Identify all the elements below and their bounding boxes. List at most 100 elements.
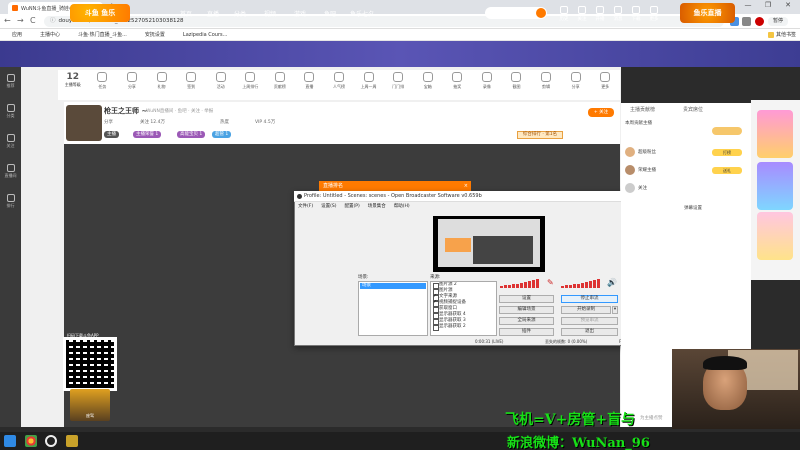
strip-item[interactable]: 人气榜 xyxy=(324,70,354,90)
menu-profile[interactable]: 配置(P) xyxy=(344,202,359,211)
room-meta[interactable]: 分享 xyxy=(104,119,113,125)
rank-badge[interactable]: 综合排行 · 第1名 xyxy=(517,131,563,139)
global-sources-button[interactable]: 全局来源 xyxy=(499,317,554,325)
close-window-button[interactable]: ✕ xyxy=(778,1,798,9)
menu-settings[interactable]: 设置(S) xyxy=(321,202,336,211)
broadcast-icon[interactable]: 开播 xyxy=(591,6,609,22)
bookmark-apps[interactable]: 应用 xyxy=(4,31,22,38)
obs-icon[interactable] xyxy=(45,435,57,447)
promo-banner[interactable] xyxy=(757,162,793,210)
bookmark-item[interactable]: 斗鱼·热门直播_斗鱼... xyxy=(70,31,127,38)
speaker-icon[interactable]: 🔊 xyxy=(607,278,617,287)
nav-category[interactable]: 分类 xyxy=(234,9,246,18)
nav-qixi[interactable]: 鱼乐七夕 xyxy=(350,9,374,18)
car-badge[interactable]: 座驾 xyxy=(70,389,110,421)
strip-item[interactable]: 活动 xyxy=(206,70,236,90)
extension-icon[interactable] xyxy=(742,17,751,26)
list-item[interactable]: 场景 xyxy=(360,283,426,289)
history-icon[interactable]: 历史 xyxy=(555,6,573,22)
minimize-button[interactable]: — xyxy=(738,1,758,9)
list-item[interactable]: 关注 xyxy=(625,183,647,193)
strip-item[interactable]: 直播 xyxy=(295,70,325,90)
forward-button[interactable]: → xyxy=(17,16,24,25)
list-item[interactable]: 荣耀主播 xyxy=(625,165,656,175)
settings-button[interactable]: 设置 xyxy=(499,295,554,303)
douyu-logo[interactable]: 斗鱼 鱼乐 xyxy=(70,4,130,22)
avatar[interactable] xyxy=(712,127,742,135)
sidebar-item-follow[interactable]: 关注 xyxy=(0,134,21,149)
bookmark-item[interactable]: Lazipedia Cours... xyxy=(175,32,227,38)
message-icon[interactable]: 消息 xyxy=(609,6,627,22)
search-input[interactable] xyxy=(485,7,547,19)
mic-mute-icon[interactable]: ✎ xyxy=(547,278,554,287)
gift-button[interactable]: 送礼 xyxy=(712,167,742,174)
strip-item[interactable]: 抽奖 xyxy=(443,70,473,90)
strip-item[interactable]: 录像 xyxy=(472,70,502,90)
sources-list[interactable]: 图片源 2 图片源 文字来源 视频捕捉设备 获取窗口 显示器获取 4 显示器获取… xyxy=(430,281,497,336)
promo-banner[interactable] xyxy=(757,212,793,260)
danmu-settings[interactable]: 弹幕设置 xyxy=(684,205,702,211)
menu-scene-collection[interactable]: 场景集合 xyxy=(368,202,386,211)
profile-avatar-icon[interactable] xyxy=(755,17,764,26)
strip-item[interactable]: 门门排 xyxy=(383,70,413,90)
strip-item[interactable]: 分享 xyxy=(117,70,147,90)
follow-button[interactable]: + 关注 xyxy=(588,108,614,117)
strip-item[interactable]: 贡献榜 xyxy=(265,70,295,90)
promo-logo[interactable]: 鱼乐直播 xyxy=(680,3,735,23)
nav-home[interactable]: 首页 xyxy=(180,9,192,18)
maximize-button[interactable]: ❐ xyxy=(758,1,778,9)
start-recording-button[interactable]: 开始录制 xyxy=(561,306,611,314)
sidebar-item-room[interactable]: 直播间 xyxy=(0,164,21,179)
recording-dropdown-icon[interactable]: ▾ xyxy=(612,306,618,314)
sidebar-item-category[interactable]: 分类 xyxy=(0,104,21,119)
nav-fishbar[interactable]: 鱼吧 xyxy=(324,9,336,18)
strip-item[interactable]: 分享 xyxy=(561,70,591,90)
close-icon[interactable]: × xyxy=(464,181,468,191)
nav-video[interactable]: 视频 xyxy=(264,9,276,18)
mic-volume-meter[interactable] xyxy=(500,279,542,288)
strip-item[interactable]: 签到 xyxy=(176,70,206,90)
edit-scene-button[interactable]: 编辑场景 xyxy=(499,306,554,314)
nav-live[interactable]: 直播 xyxy=(207,9,219,18)
strip-item[interactable]: 更多 xyxy=(590,70,620,90)
bookmark-item[interactable]: 安抚设置 xyxy=(137,31,165,38)
menu-file[interactable]: 文件(F) xyxy=(298,202,313,211)
nav-game[interactable]: 游戏 xyxy=(294,9,306,18)
tag-badge[interactable]: 高能宝贝 1 xyxy=(177,131,206,138)
bookmark-item[interactable]: 主播中心 xyxy=(32,31,60,38)
exit-button[interactable]: 退出 xyxy=(561,328,618,336)
download-icon[interactable]: 下载 xyxy=(627,6,645,22)
other-bookmarks[interactable]: 其他书签 xyxy=(767,31,796,38)
plugins-button[interactable]: 插件 xyxy=(499,328,554,336)
sidebar-item-recommend[interactable]: 推荐 xyxy=(0,74,21,89)
info-icon[interactable]: ⓘ xyxy=(50,18,56,24)
sidebar-item-rank[interactable]: 排行 xyxy=(0,194,21,209)
more-icon[interactable]: 更多 xyxy=(645,6,663,22)
strip-item[interactable]: 礼物 xyxy=(147,70,177,90)
strip-item[interactable]: 任务 xyxy=(88,70,118,90)
strip-item[interactable]: 上周排行 xyxy=(235,70,265,90)
strip-item[interactable]: 宝箱 xyxy=(413,70,443,90)
promo-banner[interactable] xyxy=(757,110,793,158)
tab-vip[interactable]: 贵宾席位 xyxy=(683,106,703,113)
list-item[interactable]: 超级粉丝 xyxy=(625,147,656,157)
tab-contribution[interactable]: 主播贡献榜 xyxy=(630,106,655,113)
desktop-volume-meter[interactable] xyxy=(561,279,603,288)
strip-item[interactable]: 剪辑 xyxy=(531,70,561,90)
windows-start-icon[interactable] xyxy=(4,435,16,447)
pause-button[interactable]: 暂停 xyxy=(768,17,788,26)
source-checkbox[interactable]: 显示器获取 2 xyxy=(431,324,496,331)
chrome-icon[interactable] xyxy=(25,435,37,447)
strip-item[interactable]: 截图 xyxy=(502,70,532,90)
game-icon[interactable] xyxy=(66,435,78,447)
stop-stream-button[interactable]: 停止串流 xyxy=(561,295,618,303)
menu-help[interactable]: 帮助(H) xyxy=(394,202,410,211)
reload-button[interactable]: C xyxy=(30,16,36,25)
follow-icon[interactable]: 关注 xyxy=(573,6,591,22)
scenes-list[interactable]: 场景 xyxy=(358,281,428,336)
streamer-avatar[interactable] xyxy=(66,105,102,141)
preview-stream-button[interactable]: 预览串流 xyxy=(561,317,618,325)
strip-item[interactable]: 上周一周 xyxy=(354,70,384,90)
tag-badge[interactable]: 主播荣誉 1 xyxy=(133,131,162,138)
rank-button[interactable]: 打榜 xyxy=(712,149,742,156)
